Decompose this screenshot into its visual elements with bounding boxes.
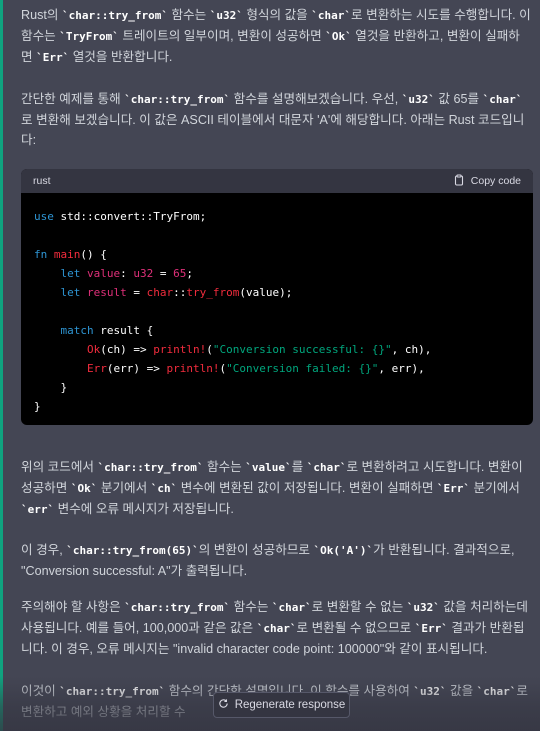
paragraph-code-explanation: 위의 코드에서 `char::try_from` 함수는 `value`를 `c… (21, 460, 523, 516)
regenerate-label: Regenerate response (234, 699, 346, 711)
clipboard-icon (453, 173, 465, 189)
copy-code-button[interactable]: Copy code (453, 173, 521, 189)
code-block-header: rust Copy code (21, 169, 533, 193)
code-content[interactable]: use std::convert::TryFrom; fn main() { l… (21, 193, 533, 425)
regenerate-response-button[interactable]: Regenerate response (213, 692, 350, 718)
paragraph-example-intro: 간단한 예제를 통해 `char::try_from` 함수를 설명해보겠습니다… (21, 92, 525, 147)
code-block: rust Copy code use std::convert::TryFrom… (21, 169, 533, 425)
paragraph-caution: 주의해야 할 사항은 `char::try_from` 함수는 `char`로 … (21, 600, 529, 656)
refresh-icon (218, 698, 229, 712)
copy-code-label: Copy code (470, 175, 521, 187)
response-accent-bar (0, 0, 3, 731)
paragraph-result: 이 경우, `char::try_from(65)`의 변환이 성공하므로 `O… (21, 543, 515, 578)
paragraph-intro: Rust의 `char::try_from` 함수는 `u32` 형식의 값을 … (21, 8, 531, 64)
code-language-label: rust (33, 175, 51, 187)
